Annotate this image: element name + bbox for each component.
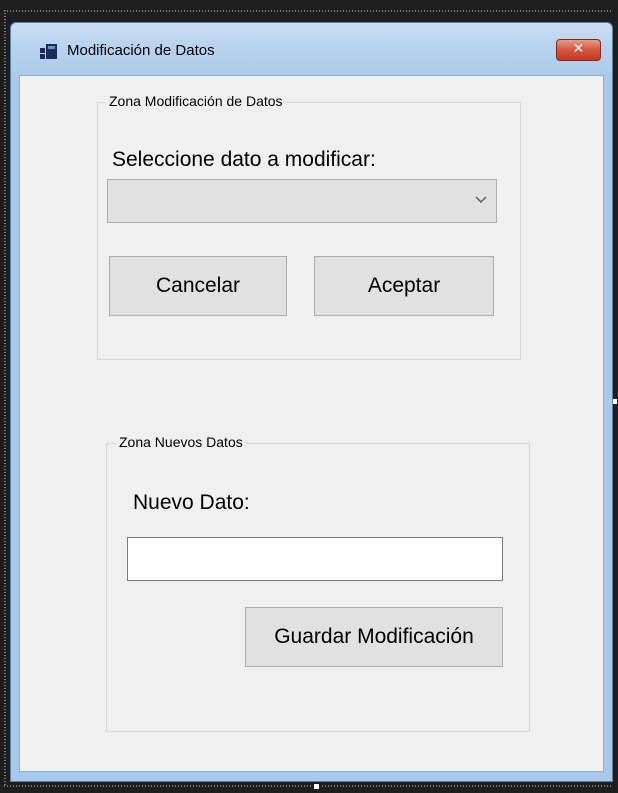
group-new-data: Zona Nuevos Datos Nuevo Dato: Guardar Mo…	[106, 434, 530, 732]
designer-surface: Modificación de Datos ✕ Zona Modificació…	[0, 0, 618, 793]
title-bar[interactable]: Modificación de Datos ✕	[11, 23, 612, 83]
form-icon	[39, 43, 59, 61]
selection-border-left	[4, 10, 6, 785]
close-icon: ✕	[572, 41, 585, 57]
new-data-input[interactable]	[127, 537, 503, 581]
selection-border-top	[4, 10, 612, 12]
group-modify-legend: Zona Modificación de Datos	[106, 93, 286, 109]
group-modify-data: Zona Modificación de Datos Seleccione da…	[97, 93, 521, 360]
select-data-label: Seleccione dato a modificar:	[112, 148, 376, 171]
group-new-legend: Zona Nuevos Datos	[116, 434, 246, 450]
resize-handle-bottom[interactable]	[313, 783, 320, 790]
accept-button[interactable]: Aceptar	[314, 256, 494, 316]
form-window: Modificación de Datos ✕ Zona Modificació…	[10, 22, 613, 782]
window-title: Modificación de Datos	[67, 42, 215, 59]
close-button[interactable]: ✕	[556, 39, 601, 61]
save-modification-button[interactable]: Guardar Modificación	[245, 607, 503, 667]
selection-border-bottom	[4, 785, 612, 787]
data-select-dropdown[interactable]	[107, 179, 497, 223]
cancel-button[interactable]: Cancelar	[109, 256, 287, 316]
new-data-label: Nuevo Dato:	[133, 491, 250, 514]
form-client-area: Zona Modificación de Datos Seleccione da…	[19, 75, 604, 772]
chevron-down-icon	[474, 191, 488, 205]
